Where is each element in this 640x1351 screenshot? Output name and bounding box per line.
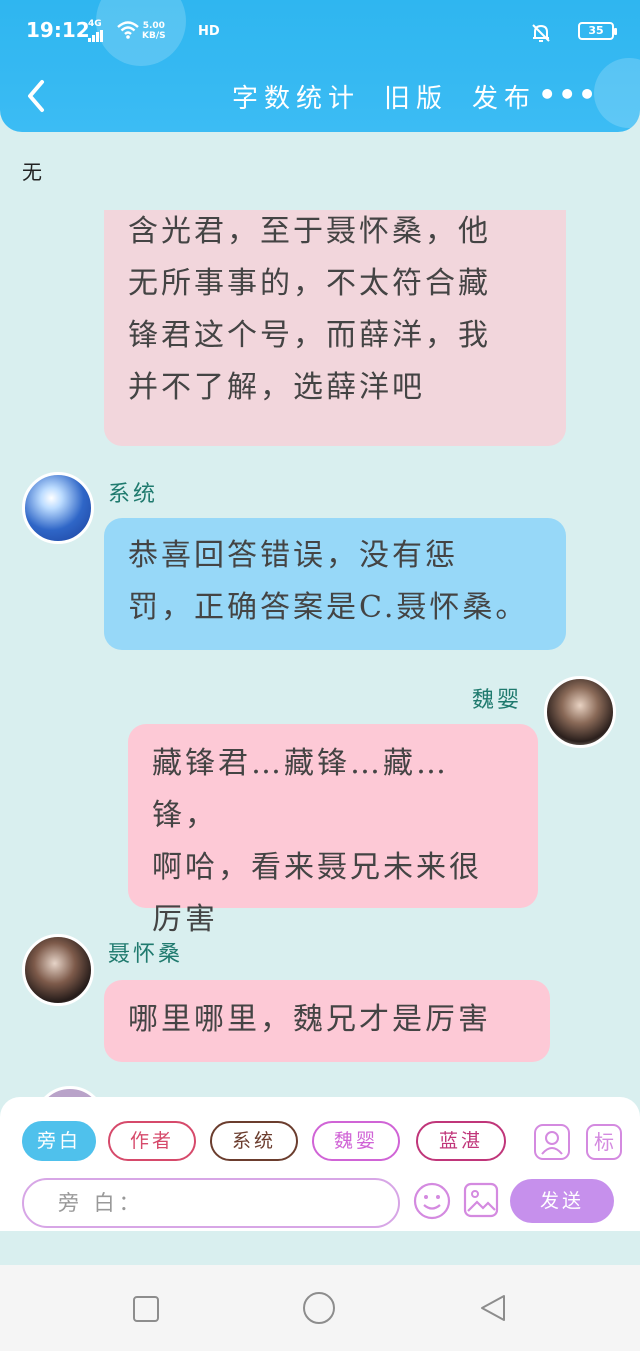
- sender-name: 魏婴: [472, 688, 523, 713]
- tag-icon[interactable]: 标: [586, 1124, 622, 1160]
- role-chip-lanzhan[interactable]: 蓝湛: [416, 1121, 506, 1161]
- message-line: 藏锋君…藏锋…藏…锋，: [152, 746, 449, 833]
- emoji-icon[interactable]: [412, 1181, 452, 1221]
- bell-muted-icon: [532, 24, 550, 42]
- next-avatar[interactable]: [34, 1086, 106, 1097]
- message-line: 啊哈，看来聂兄未来很: [152, 850, 482, 885]
- chat-bubble: 藏锋君…藏锋…藏…锋， 啊哈，看来聂兄未来很 厉害: [128, 724, 538, 937]
- square-icon[interactable]: [132, 1295, 160, 1323]
- role-chip-weiying[interactable]: 魏婴: [312, 1121, 400, 1161]
- network-speed: 5.00 KB/S: [142, 21, 166, 41]
- publish-button[interactable]: 发布: [472, 78, 536, 115]
- person-icon[interactable]: [534, 1124, 570, 1160]
- word-count-button[interactable]: 字数统计: [232, 78, 360, 115]
- signal-icon: [88, 30, 104, 42]
- old-version-button[interactable]: 旧版: [384, 78, 448, 115]
- message-line: 恭喜回答错误，没有惩: [128, 538, 458, 573]
- message-line: 厉害: [152, 902, 218, 937]
- battery-indicator: 35: [578, 22, 617, 40]
- message-line: 锋君这个号，而薛洋，我: [128, 318, 491, 353]
- role-chip-author[interactable]: 作者: [108, 1121, 196, 1161]
- panel-bottom-spacer: [0, 1231, 640, 1265]
- speed-unit: KB/S: [142, 31, 166, 41]
- wifi-icon: [117, 21, 139, 39]
- image-icon[interactable]: [462, 1181, 500, 1219]
- sender-name: 系统: [108, 482, 159, 507]
- app-header: 19:12 4G 5.00 KB/S HD 35 字数统计 旧版 发布 •••: [0, 0, 640, 132]
- message-line: 无所事事的，不太符合藏: [128, 266, 491, 301]
- nie-huaisang-avatar[interactable]: [22, 934, 94, 1006]
- back-icon[interactable]: [22, 76, 52, 116]
- message-input[interactable]: 旁 白：: [22, 1178, 400, 1228]
- message-lines: 含光君，至于聂怀桑，他 无所事事的，不太符合藏 锋君这个号，而薛洋，我 并不了解…: [128, 206, 542, 414]
- circle-icon[interactable]: [302, 1291, 336, 1325]
- network-type: 4G: [88, 19, 102, 29]
- system-avatar[interactable]: [22, 472, 94, 544]
- triangle-back-icon[interactable]: [478, 1293, 508, 1323]
- top-sender-label: 无: [22, 160, 42, 184]
- speed-value: 5.00: [142, 21, 165, 31]
- message-line: 含光君，至于聂怀桑，他: [128, 214, 491, 249]
- role-chip-system[interactable]: 系统: [210, 1121, 298, 1161]
- send-button[interactable]: 发送: [510, 1179, 614, 1223]
- chat-bubble: 恭喜回答错误，没有惩 罚，正确答案是C.聂怀桑。: [104, 518, 566, 650]
- role-chip-narration[interactable]: 旁白: [22, 1121, 96, 1161]
- message-line: 罚，正确答案是C.聂怀桑。: [128, 590, 529, 625]
- sender-name: 聂怀桑: [108, 942, 184, 967]
- message-line: 并不了解，选薛洋吧: [128, 370, 425, 405]
- nav-bar: 字数统计 旧版 发布 •••: [0, 70, 640, 122]
- message-line: 哪里哪里，魏兄才是厉害: [128, 1002, 491, 1037]
- status-bar: 19:12 4G 5.00 KB/S HD 35: [26, 18, 617, 48]
- chat-bubble: 哪里哪里，魏兄才是厉害: [104, 980, 550, 1062]
- weiying-avatar[interactable]: [544, 676, 616, 748]
- more-menu-button[interactable]: •••: [538, 78, 598, 111]
- input-panel: 旁白 作者 系统 魏婴 蓝湛 标 旁 白： 发送: [0, 1097, 640, 1231]
- status-time: 19:12: [26, 18, 90, 42]
- system-navigation-bar: [0, 1265, 640, 1351]
- hd-badge: HD: [198, 24, 220, 39]
- chat-area[interactable]: 无 含光君，至于聂怀桑，他 无所事事的，不太符合藏 锋君这个号，而薛洋，我 并不…: [0, 132, 640, 1097]
- chat-bubble: 含光君，至于聂怀桑，他 无所事事的，不太符合藏 锋君这个号，而薛洋，我 并不了解…: [104, 210, 566, 446]
